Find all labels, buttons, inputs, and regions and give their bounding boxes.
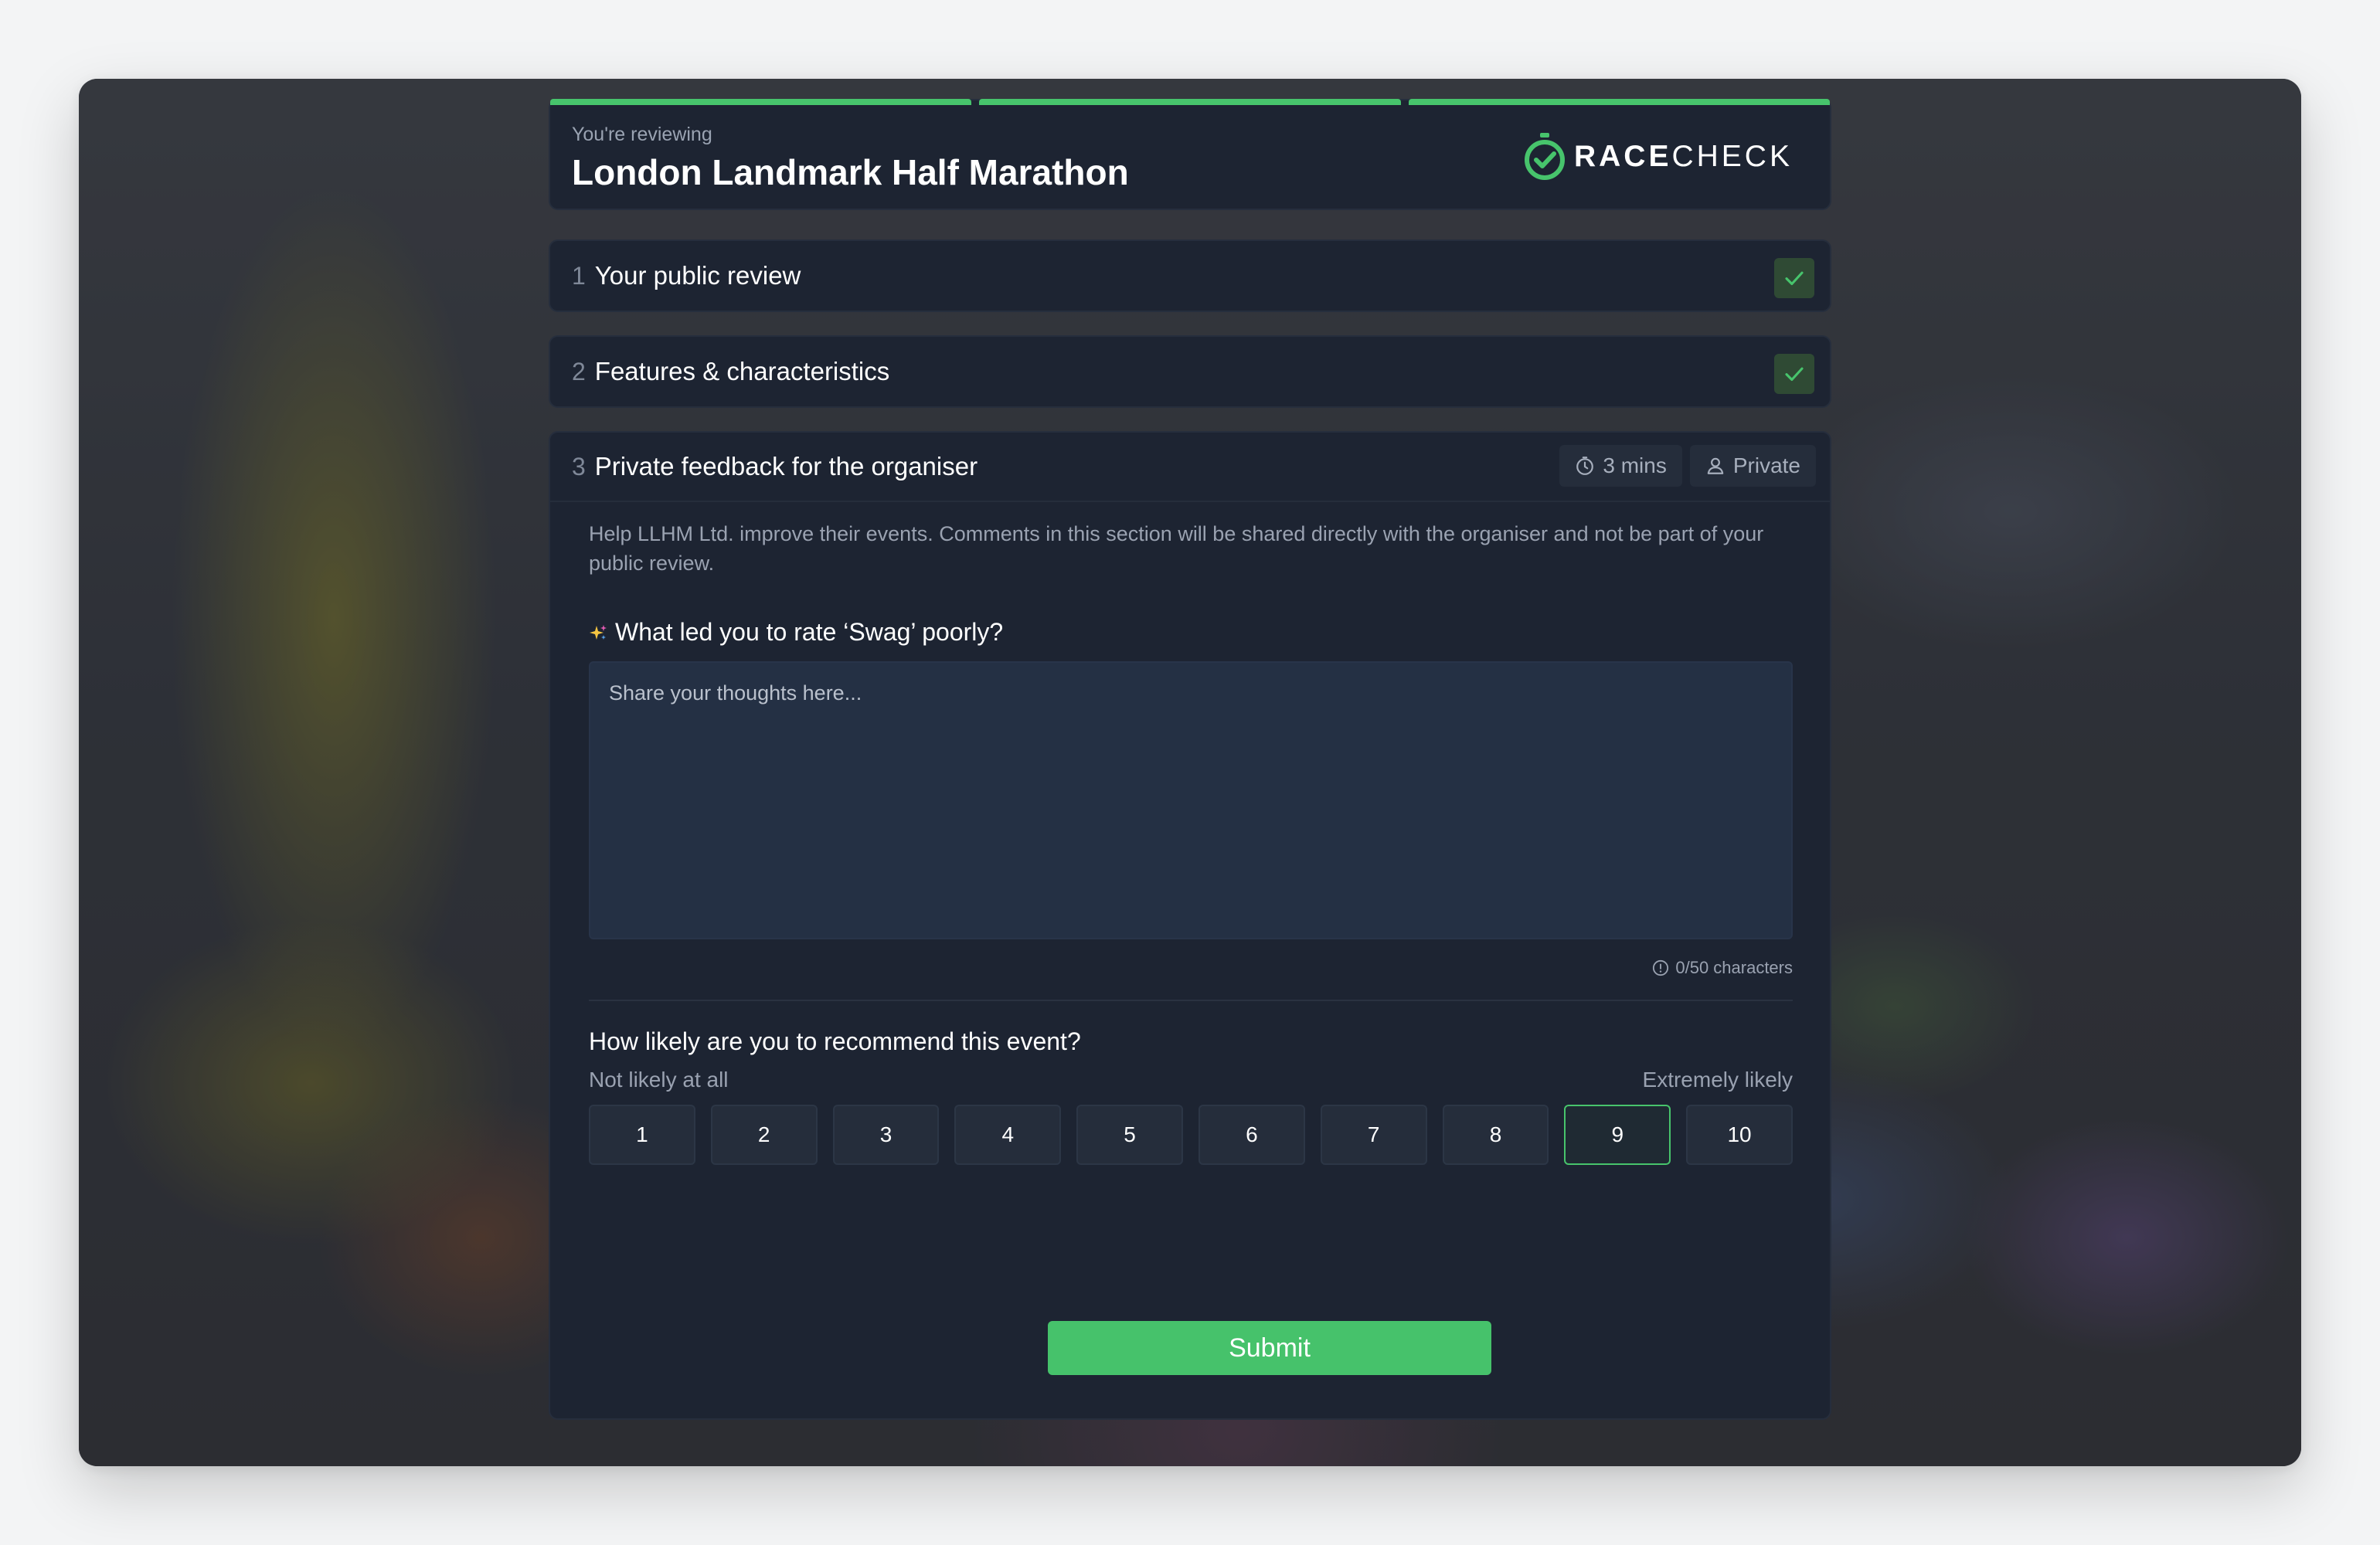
feedback-textarea[interactable]: [589, 661, 1793, 939]
score-button-8[interactable]: 8: [1442, 1105, 1549, 1165]
character-counter: 0/50 characters: [1652, 958, 1793, 978]
section-header[interactable]: 3 Private feedback for the organiser 3 m…: [550, 433, 1830, 502]
section-meta: 3 mins Private: [1559, 445, 1816, 487]
score-button-7[interactable]: 7: [1320, 1105, 1427, 1165]
score-button-9[interactable]: 9: [1564, 1105, 1671, 1165]
event-title: London Landmark Half Marathon: [572, 152, 1129, 192]
swag-question-label: What led you to rate ‘Swag’ poorly?: [615, 618, 1004, 646]
checkmark-icon: [1785, 367, 1804, 382]
divider: [589, 1000, 1793, 1001]
progress-segment: [550, 99, 972, 105]
racecheck-logo[interactable]: RACECHECK: [1523, 133, 1793, 181]
reviewing-label: You're reviewing: [572, 124, 712, 145]
section-complete-badge: [1774, 258, 1814, 298]
checkmark-icon: [1785, 271, 1804, 286]
stopwatch-check-icon: [1524, 133, 1565, 180]
section-features[interactable]: 2 Features & characteristics: [549, 335, 1831, 408]
privacy-chip: Private: [1689, 445, 1816, 487]
scale-low-label: Not likely at all: [589, 1068, 729, 1092]
section-public-review[interactable]: 1 Your public review: [549, 239, 1831, 312]
clock-icon: [1576, 457, 1594, 475]
scale-high-label: Extremely likely: [1642, 1068, 1793, 1092]
section-title: Private feedback for the organiser: [594, 452, 978, 480]
sparkle-icon: [590, 624, 607, 640]
recommend-question: How likely are you to recommend this eve…: [589, 1027, 1081, 1055]
time-estimate-chip: 3 mins: [1559, 445, 1682, 487]
score-button-10[interactable]: 10: [1686, 1105, 1793, 1165]
progress-segment: [1408, 99, 1830, 105]
section-number: 3: [572, 452, 586, 480]
logo-wordmark: RACECHECK: [1573, 140, 1793, 173]
swag-question: What led you to rate ‘Swag’ poorly?: [589, 618, 1003, 647]
section-title: Your public review: [594, 261, 801, 290]
section-number: 1: [572, 261, 586, 290]
score-button-4[interactable]: 4: [954, 1105, 1062, 1165]
score-button-1[interactable]: 1: [589, 1105, 695, 1165]
score-button-3[interactable]: 3: [832, 1105, 940, 1165]
recommend-scale: 1 2 3 4 5 6 7 8 9 10: [589, 1105, 1793, 1165]
progress-bar: [550, 99, 1830, 105]
section-complete-badge: [1774, 354, 1814, 394]
score-button-2[interactable]: 2: [710, 1105, 818, 1165]
app-window: You're reviewing London Landmark Half Ma…: [79, 79, 2301, 1466]
review-header: You're reviewing London Landmark Half Ma…: [549, 99, 1831, 210]
score-button-6[interactable]: 6: [1198, 1105, 1305, 1165]
time-estimate-label: 3 mins: [1603, 453, 1667, 477]
character-counter-label: 0/50 characters: [1675, 958, 1793, 977]
section-title: Features & characteristics: [594, 357, 890, 385]
person-icon: [1707, 457, 1724, 474]
section-private-feedback: 3 Private feedback for the organiser 3 m…: [549, 431, 1831, 1420]
help-text: Help LLHM Ltd. improve their events. Com…: [589, 522, 1764, 575]
progress-segment: [979, 99, 1401, 105]
section-number: 2: [572, 357, 586, 385]
score-button-5[interactable]: 5: [1076, 1105, 1183, 1165]
info-icon: [1653, 959, 1669, 976]
privacy-label: Private: [1732, 453, 1800, 477]
submit-button[interactable]: Submit: [1048, 1321, 1491, 1375]
